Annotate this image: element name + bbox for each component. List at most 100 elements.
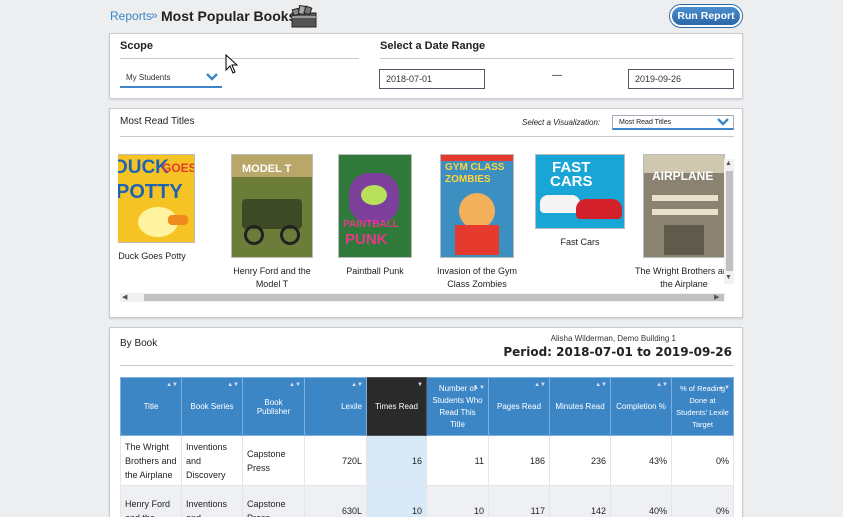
most-read-title: Most Read Titles bbox=[120, 116, 195, 127]
cell-times-read: 16 bbox=[366, 435, 427, 486]
book-card[interactable]: PAINTBALL PUNK Paintball Punk bbox=[323, 154, 427, 278]
cell-completion: 40% bbox=[610, 485, 672, 517]
book-carousel: DUCK GOES POTTY Duck Goes Potty MODEL T … bbox=[118, 149, 725, 294]
book-card[interactable]: MODEL T Henry Ford and the Model T bbox=[220, 154, 324, 291]
by-book-title: By Book bbox=[120, 338, 158, 349]
visualization-selected-value: Most Read Titles bbox=[619, 119, 672, 126]
sort-icon: ▲▼ bbox=[351, 382, 363, 388]
cell-students: 11 bbox=[426, 435, 489, 486]
scope-selected-value: My Students bbox=[126, 73, 171, 82]
scope-label: Scope bbox=[120, 40, 154, 52]
books-table: Title ▲▼ Book Series ▲▼ Book Publisher ▲▼ L… bbox=[120, 377, 734, 517]
vertical-scroll-thumb[interactable] bbox=[726, 171, 733, 271]
column-header-title[interactable]: Title ▲▼ bbox=[120, 377, 182, 436]
sort-icon: ▲▼ bbox=[289, 382, 301, 388]
sort-icon: ▲▼ bbox=[534, 382, 546, 388]
column-header-minutes[interactable]: Minutes Read ▲▼ bbox=[549, 377, 611, 436]
most-read-panel: Most Read Titles Select a Visualization:… bbox=[109, 108, 743, 318]
end-date-field[interactable]: 2019-09-26 bbox=[628, 69, 734, 89]
chevron-down-icon bbox=[717, 118, 729, 126]
sort-icon: ▲▼ bbox=[718, 385, 730, 391]
book-title: Duck Goes Potty bbox=[118, 251, 186, 261]
book-cover: FAST CARS bbox=[535, 154, 625, 229]
column-header-lexile[interactable]: Lexile ▲▼ bbox=[304, 377, 367, 436]
by-book-divider bbox=[120, 365, 734, 366]
teacher-info: Alisha Wilderman, Demo Building 1 bbox=[550, 334, 676, 343]
column-header-completion[interactable]: Completion % ▲▼ bbox=[610, 377, 672, 436]
by-book-panel: By Book Alisha Wilderman, Demo Building … bbox=[109, 327, 743, 517]
book-title: Paintball Punk bbox=[346, 266, 404, 276]
breadcrumb-separator: » bbox=[151, 8, 158, 22]
horizontal-scroll-thumb[interactable] bbox=[144, 294, 724, 301]
cell-series: Inventions and Discovery bbox=[181, 435, 243, 486]
book-cover: MODEL T bbox=[231, 154, 313, 258]
chevron-down-icon bbox=[206, 73, 218, 81]
cell-title: Henry Ford and the bbox=[120, 485, 182, 517]
cell-lexile: 720L bbox=[304, 435, 367, 486]
sort-icon: ▼ bbox=[417, 382, 423, 388]
book-card[interactable]: GYM CLASS ZOMBIES Invasion of the Gym Cl… bbox=[425, 154, 529, 291]
sort-icon: ▲▼ bbox=[473, 385, 485, 391]
period-label: Period: 2018-07-01 to 2019-09-26 bbox=[503, 345, 732, 359]
book-cover: AIRPLANE bbox=[643, 154, 725, 258]
mouse-cursor-icon bbox=[225, 54, 239, 74]
book-card[interactable]: FAST CARS Fast Cars bbox=[528, 154, 632, 249]
scroll-right-icon[interactable]: ▶ bbox=[714, 293, 719, 301]
horizontal-scrollbar[interactable]: ◀ ▶ bbox=[120, 293, 725, 302]
cell-lexile: 630L bbox=[304, 485, 367, 517]
date-divider bbox=[380, 58, 734, 59]
date-separator: — bbox=[552, 70, 562, 81]
most-read-divider bbox=[120, 136, 734, 137]
column-header-students[interactable]: Number of Students Who Read This Title ▲▼ bbox=[426, 377, 489, 436]
sort-icon: ▲▼ bbox=[656, 382, 668, 388]
breadcrumb-reports[interactable]: Reports bbox=[110, 9, 152, 23]
cell-pages: 186 bbox=[488, 435, 550, 486]
cell-students: 10 bbox=[426, 485, 489, 517]
cell-publisher: Capstone Press bbox=[242, 435, 305, 486]
visualization-label: Select a Visualization: bbox=[522, 118, 601, 127]
cell-minutes: 236 bbox=[549, 435, 611, 486]
book-box-icon bbox=[291, 5, 317, 28]
book-cover: PAINTBALL PUNK bbox=[338, 154, 412, 258]
cell-title: The Wright Brothers and the Airplane bbox=[120, 435, 182, 486]
book-card[interactable]: AIRPLANE The Wright Brothers and the Air… bbox=[632, 154, 725, 291]
cell-series: Inventions and bbox=[181, 485, 243, 517]
visualization-select[interactable]: Most Read Titles bbox=[612, 115, 734, 130]
sort-icon: ▲▼ bbox=[166, 382, 178, 388]
date-range-label: Select a Date Range bbox=[380, 40, 486, 52]
sort-icon: ▲▼ bbox=[595, 382, 607, 388]
book-title: Henry Ford and the Model T bbox=[233, 266, 311, 289]
table-header-row: Title ▲▼ Book Series ▲▼ Book Publisher ▲▼ L… bbox=[120, 377, 734, 436]
column-header-lexile-target[interactable]: % of Reading Done at Students' Lexile Ta… bbox=[671, 377, 734, 436]
start-date-field[interactable]: 2018-07-01 bbox=[379, 69, 485, 89]
header-bar: Reports » Most Popular Books Run Report bbox=[0, 0, 843, 32]
book-cover: DUCK GOES POTTY bbox=[118, 154, 195, 243]
book-card[interactable]: DUCK GOES POTTY Duck Goes Potty bbox=[118, 154, 204, 263]
cell-times-read: 10 bbox=[366, 485, 427, 517]
cell-publisher: Capstone Press bbox=[242, 485, 305, 517]
scroll-left-icon[interactable]: ◀ bbox=[122, 293, 127, 301]
cell-lexile-target: 0% bbox=[671, 435, 734, 486]
book-title: Invasion of the Gym Class Zombies bbox=[436, 266, 518, 289]
scope-divider bbox=[120, 58, 359, 59]
scroll-up-icon[interactable]: ▲ bbox=[725, 160, 732, 167]
sort-icon: ▲▼ bbox=[227, 382, 239, 388]
table-row[interactable]: Henry Ford and the Inventions and Capsto… bbox=[120, 485, 734, 517]
vertical-scrollbar[interactable]: ▲ ▼ bbox=[724, 159, 734, 284]
scope-select[interactable]: My Students bbox=[120, 69, 222, 88]
cell-completion: 43% bbox=[610, 435, 672, 486]
scroll-down-icon[interactable]: ▼ bbox=[725, 274, 732, 281]
column-header-series[interactable]: Book Series ▲▼ bbox=[181, 377, 243, 436]
page-title: Most Popular Books bbox=[161, 8, 297, 24]
column-header-pages[interactable]: Pages Read ▲▼ bbox=[488, 377, 550, 436]
table-row[interactable]: The Wright Brothers and the Airplane Inv… bbox=[120, 435, 734, 486]
cell-pages: 117 bbox=[488, 485, 550, 517]
scope-panel: Scope My Students Select a Date Range 20… bbox=[109, 33, 743, 99]
book-title: Fast Cars bbox=[560, 237, 600, 247]
column-header-publisher[interactable]: Book Publisher ▲▼ bbox=[242, 377, 305, 436]
run-report-button[interactable]: Run Report bbox=[670, 5, 742, 27]
book-title: The Wright Brothers and the Airplane bbox=[635, 266, 725, 289]
cell-lexile-target: 0% bbox=[671, 485, 734, 517]
book-cover: GYM CLASS ZOMBIES bbox=[440, 154, 514, 258]
column-header-times-read[interactable]: Times Read ▼ bbox=[366, 377, 427, 436]
